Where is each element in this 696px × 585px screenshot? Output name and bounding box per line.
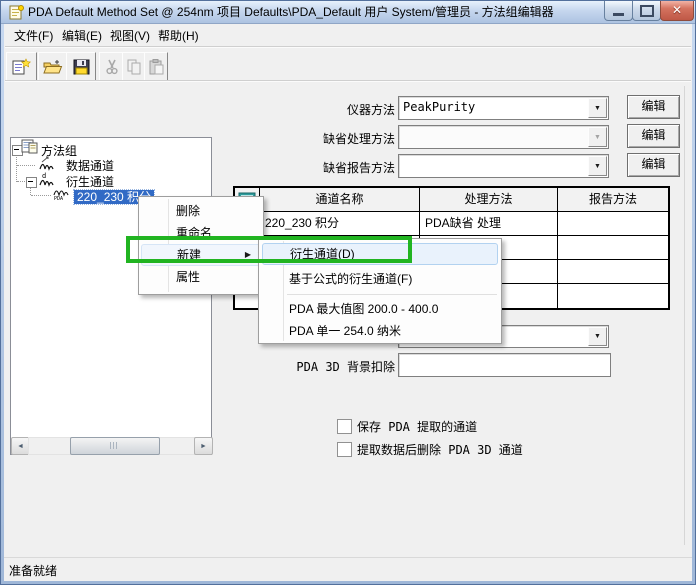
menu-view[interactable]: 视图(V) xyxy=(104,27,156,45)
maximize-button[interactable] xyxy=(632,1,661,21)
paste-button[interactable] xyxy=(144,52,168,81)
default-report-method-combo[interactable]: ▼ xyxy=(398,154,609,178)
status-text: 准备就绪 xyxy=(9,564,58,578)
new-method-set-button[interactable] xyxy=(6,52,37,81)
method-group-icon xyxy=(21,139,38,159)
default-report-dropdown-icon[interactable]: ▼ xyxy=(588,156,607,176)
method-set-editor-window: PDA Default Method Set @ 254nm 项目 Defaul… xyxy=(0,0,696,585)
derived-icon-letter: d xyxy=(42,172,47,180)
pda-3d-background-label: PDA 3D 背景扣除 xyxy=(296,360,395,374)
tree-connector xyxy=(30,187,32,195)
extracted-channel-dropdown-icon[interactable]: ▼ xyxy=(588,327,607,346)
close-button[interactable]: ✕ xyxy=(660,1,694,21)
context-menu-delete[interactable]: 删除 xyxy=(139,200,263,222)
submenu-pda-single-254[interactable]: PDA 单一 254.0 纳米 xyxy=(259,320,501,342)
column-header-channel-name: 通道名称 xyxy=(260,188,420,212)
tree-connector xyxy=(16,154,18,182)
copy-icon xyxy=(127,59,140,74)
menu-help[interactable]: 帮助(H) xyxy=(152,27,205,45)
maximize-icon xyxy=(639,4,654,17)
minimize-icon xyxy=(613,12,624,16)
edit-processing-method-button[interactable]: 编辑 xyxy=(627,124,680,148)
instrument-method-combo[interactable]: PeakPurity ▼ xyxy=(398,96,609,120)
menu-file[interactable]: 文件(F) xyxy=(8,27,59,45)
edit-report-method-button[interactable]: 编辑 xyxy=(627,153,680,177)
cell-report-method[interactable] xyxy=(558,284,668,308)
default-processing-dropdown-icon: ▼ xyxy=(588,127,607,147)
copy-button[interactable] xyxy=(122,52,146,81)
cut-button[interactable] xyxy=(99,52,124,81)
open-folder-icon xyxy=(43,59,63,73)
edit-instrument-method-button[interactable]: 编辑 xyxy=(627,95,680,119)
default-report-method-label: 缺省报告方法 xyxy=(322,161,395,175)
tree-node-label: 数据通道 xyxy=(66,159,115,173)
tree-collapse-toggle-derived[interactable] xyxy=(26,177,37,188)
tree-node-data-channels[interactable]: 数据通道 xyxy=(66,158,114,174)
client-right-edge xyxy=(684,86,685,545)
submenu-pda-max-plot[interactable]: PDA 最大值图 200.0 - 400.0 xyxy=(259,298,501,320)
highlight-annotation-box xyxy=(126,236,412,263)
default-processing-method-combo: ▼ xyxy=(398,125,609,149)
new-method-set-icon xyxy=(12,58,31,75)
scrollbar-thumb[interactable] xyxy=(70,437,160,455)
scroll-right-button[interactable]: ► xyxy=(194,437,213,455)
default-processing-method-label: 缺省处理方法 xyxy=(322,132,395,146)
tree-connector xyxy=(17,165,35,167)
tree-connector xyxy=(31,195,51,197)
paste-clipboard-icon xyxy=(149,58,163,74)
close-icon: ✕ xyxy=(671,3,683,17)
save-extracted-channels-label: 保存 PDA 提取的通道 xyxy=(357,420,478,434)
toolbar-separator xyxy=(5,80,691,82)
tree-connector xyxy=(17,181,25,183)
instrument-method-value: PeakPurity xyxy=(403,100,476,114)
titlebar[interactable]: PDA Default Method Set @ 254nm 项目 Defaul… xyxy=(1,1,695,24)
instrument-method-dropdown-icon[interactable]: ▼ xyxy=(588,98,607,118)
app-icon xyxy=(9,5,24,20)
submenu-formula-derived-channel[interactable]: 基于公式的衍生通道(F) xyxy=(259,267,501,291)
instrument-method-label: 仪器方法 xyxy=(346,103,395,117)
cell-processing-method[interactable]: PDA缺省 处理 xyxy=(420,212,558,236)
save-extracted-channels-checkbox[interactable] xyxy=(337,419,352,434)
pda-3d-background-field[interactable] xyxy=(398,353,611,377)
column-header-report-method: 报告方法 xyxy=(558,188,668,212)
cell-report-method[interactable] xyxy=(558,212,668,236)
delete-3d-after-extract-label: 提取数据后删除 PDA 3D 通道 xyxy=(357,443,523,457)
save-button[interactable] xyxy=(66,52,96,81)
open-button[interactable] xyxy=(38,52,68,81)
context-menu-properties[interactable]: 属性 xyxy=(139,266,263,288)
menu-edit[interactable]: 编辑(E) xyxy=(56,27,108,45)
statusbar: 准备就绪 xyxy=(4,557,692,581)
window-title: PDA Default Method Set @ 254nm 项目 Defaul… xyxy=(28,5,554,19)
scroll-right-icon: ► xyxy=(200,442,207,450)
cell-report-method[interactable] xyxy=(558,236,668,260)
cell-report-method[interactable] xyxy=(558,260,668,284)
minimize-button[interactable] xyxy=(604,1,633,21)
menu-separator xyxy=(287,294,497,295)
save-floppy-icon xyxy=(73,59,89,74)
cut-scissors-icon xyxy=(105,59,118,74)
column-header-processing-method: 处理方法 xyxy=(420,188,558,212)
pda-icon-label: PDA xyxy=(54,196,64,202)
delete-3d-after-extract-checkbox[interactable] xyxy=(337,442,352,457)
cell-channel-name[interactable]: 220_230 积分 xyxy=(260,212,420,236)
scroll-left-icon: ◄ xyxy=(17,442,24,450)
menubar-separator xyxy=(5,46,691,48)
